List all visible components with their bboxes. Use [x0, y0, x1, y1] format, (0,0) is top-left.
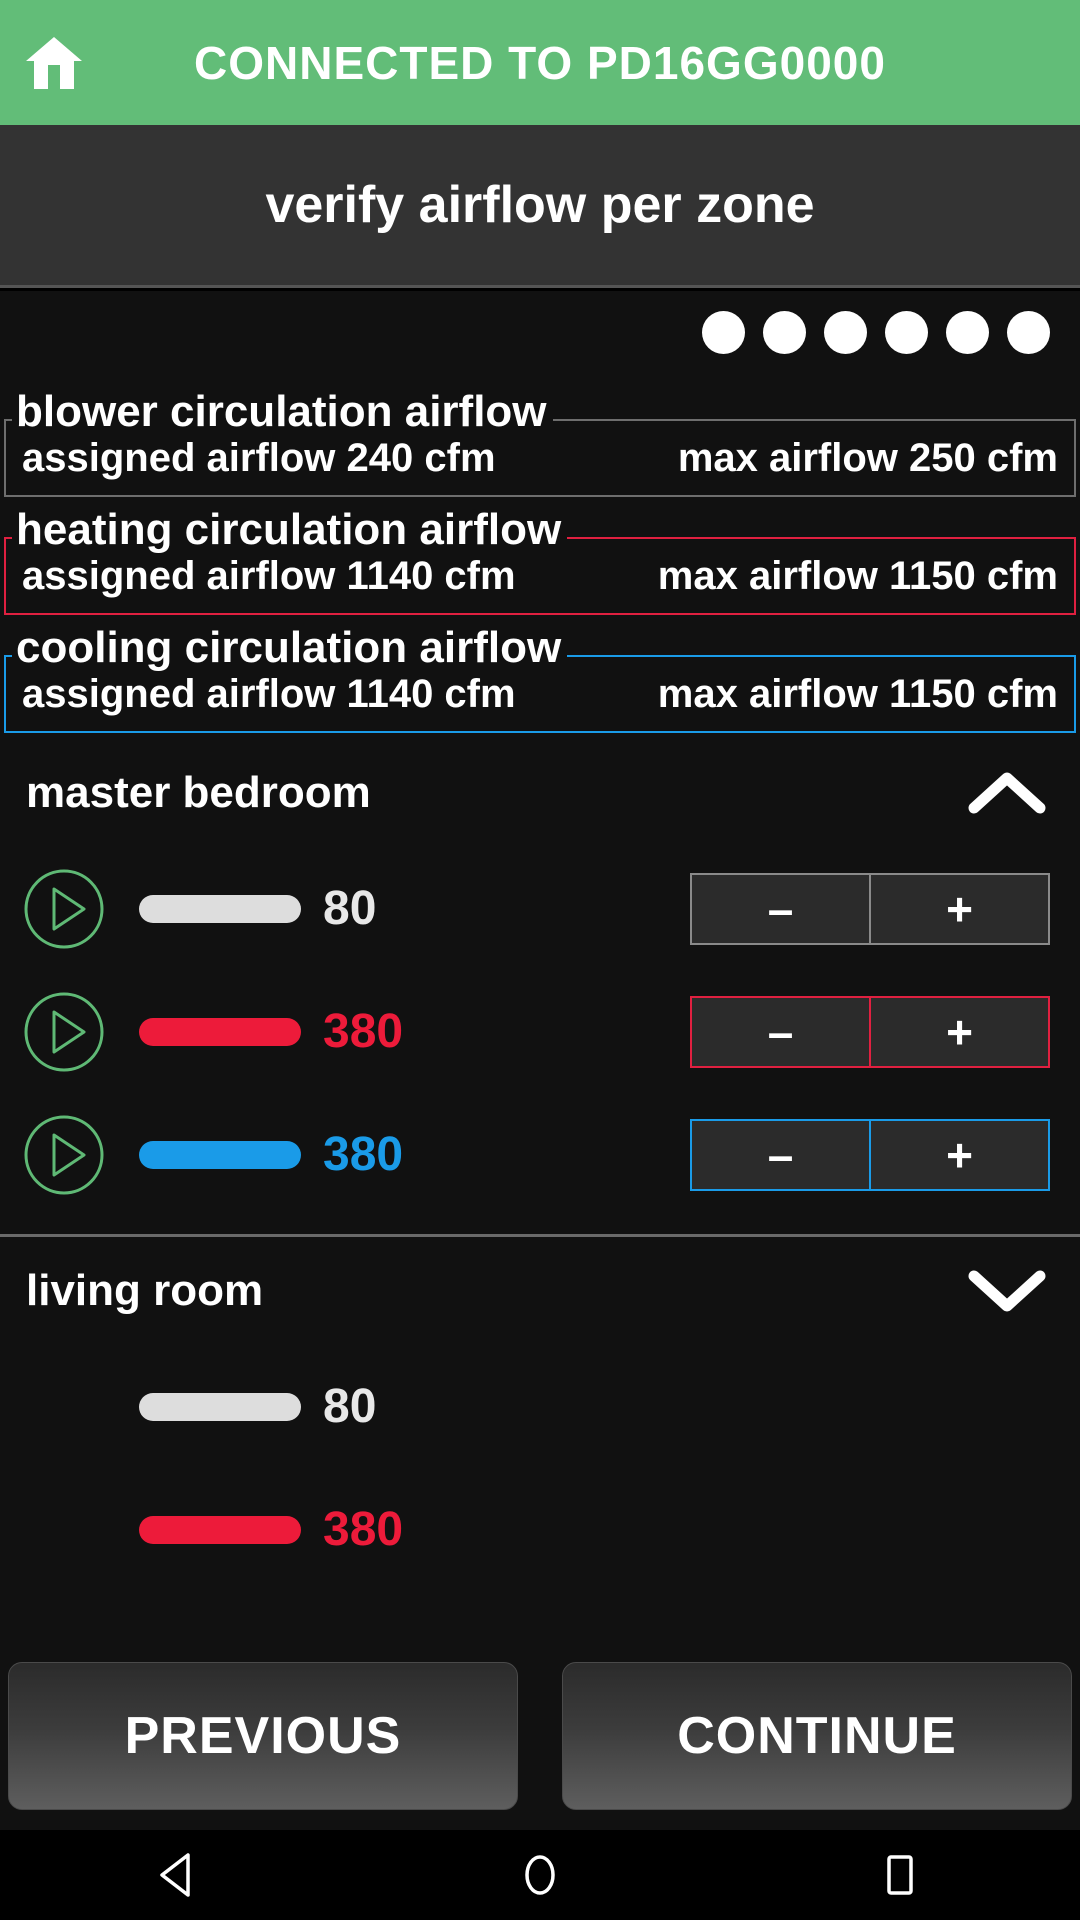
decrement-button[interactable]: –: [692, 874, 871, 943]
airflow-value: 80: [323, 1379, 377, 1433]
airflow-row: 380 – +: [0, 1093, 1080, 1216]
progress-dot-1: [702, 310, 745, 354]
airflow-bar: [139, 1017, 301, 1046]
app-screen: CONNECTED TO PD16GG0000 verify airflow p…: [0, 0, 1080, 1920]
page-title-bar: verify airflow per zone: [0, 125, 1080, 288]
airflow-bar: [139, 1140, 301, 1169]
home-circle-icon[interactable]: [514, 1849, 566, 1901]
zone-header[interactable]: living room: [0, 1237, 1080, 1345]
assigned-airflow-value: assigned airflow 240 cfm: [22, 435, 496, 480]
max-airflow-value: max airflow 1150 cfm: [657, 553, 1058, 598]
zone-name: master bedroom: [26, 768, 371, 817]
play-icon[interactable]: [22, 867, 106, 951]
progress-dot-5: [946, 310, 989, 354]
airflow-bar-group: 380: [139, 1127, 404, 1181]
assigned-airflow-value: assigned airflow 1140 cfm: [22, 671, 516, 716]
airflow-bar-group: 380: [139, 1502, 404, 1556]
airflow-bar-group: 80: [139, 1379, 377, 1433]
zone-header[interactable]: master bedroom: [0, 739, 1080, 847]
airflow-bar-group: 380: [139, 1004, 404, 1058]
airflow-summary-row: assigned airflow 1140 cfm max airflow 115…: [6, 539, 1074, 613]
content-scroll-area[interactable]: blower circulation airflow assigned airfl…: [0, 373, 1080, 1641]
progress-dot-2: [763, 310, 806, 354]
continue-button[interactable]: CONTINUE: [562, 1661, 1072, 1810]
progress-dot-6: [1007, 310, 1050, 354]
zone-list: master bedroom 80– +380– +380– + living room 8…: [0, 739, 1080, 1601]
airflow-bar: [139, 894, 301, 923]
progress-dot-3: [824, 310, 867, 354]
increment-button[interactable]: +: [871, 997, 1048, 1066]
airflow-summary-row: assigned airflow 240 cfm max airflow 250 …: [6, 421, 1074, 495]
android-navigation-bar: [0, 1830, 1080, 1920]
progress-dots: [0, 291, 1080, 373]
max-airflow-value: max airflow 1150 cfm: [657, 671, 1058, 716]
airflow-row: 80 – +: [0, 847, 1080, 970]
airflow-summary-box: heating circulation airflow assigned airf…: [4, 508, 1076, 615]
connection-status-text: CONNECTED TO PD16GG0000: [194, 36, 886, 89]
airflow-value: 80: [323, 881, 377, 935]
previous-button[interactable]: PREVIOUS: [8, 1661, 518, 1810]
airflow-stepper: – +: [690, 1118, 1050, 1191]
airflow-row: 80: [0, 1345, 1080, 1468]
airflow-bar-group: 80: [139, 881, 377, 935]
zone-section: master bedroom 80– +380– +380– +: [0, 739, 1080, 1237]
airflow-value: 380: [323, 1004, 404, 1058]
airflow-summary-list: blower circulation airflow assigned airfl…: [0, 390, 1080, 733]
airflow-summary-row: assigned airflow 1140 cfm max airflow 115…: [6, 657, 1074, 731]
play-icon-placeholder: [22, 1365, 106, 1449]
airflow-row: 380: [0, 1468, 1080, 1591]
back-triangle-icon[interactable]: [154, 1849, 206, 1901]
airflow-summary-box: cooling circulation airflow assigned airf…: [4, 626, 1076, 733]
decrement-button[interactable]: –: [692, 997, 871, 1066]
airflow-summary-box: blower circulation airflow assigned airfl…: [4, 390, 1076, 497]
chevron-down-icon[interactable]: [968, 1268, 1046, 1314]
zone-name: living room: [26, 1266, 264, 1315]
decrement-button[interactable]: –: [692, 1120, 871, 1189]
zone-section: living room 80 380: [0, 1237, 1080, 1601]
airflow-value: 380: [323, 1127, 404, 1181]
progress-dot-4: [885, 310, 928, 354]
airflow-value: 380: [323, 1502, 404, 1556]
footer-button-bar: PREVIOUS CONTINUE: [0, 1641, 1080, 1830]
zone-rows: 80 380: [0, 1345, 1080, 1601]
play-icon[interactable]: [22, 990, 106, 1074]
play-icon-placeholder: [22, 1488, 106, 1572]
page-title: verify airflow per zone: [265, 176, 815, 234]
increment-button[interactable]: +: [871, 1120, 1048, 1189]
airflow-bar: [139, 1392, 301, 1421]
airflow-row: 380 – +: [0, 970, 1080, 1093]
play-icon[interactable]: [22, 1113, 106, 1197]
chevron-up-icon[interactable]: [968, 770, 1046, 816]
airflow-stepper: – +: [690, 995, 1050, 1068]
airflow-bar: [139, 1515, 301, 1544]
zone-rows: 80– +380– +380– +: [0, 847, 1080, 1226]
max-airflow-value: max airflow 250 cfm: [677, 435, 1058, 480]
assigned-airflow-value: assigned airflow 1140 cfm: [22, 553, 516, 598]
airflow-stepper: – +: [690, 872, 1050, 945]
connection-status-bar: CONNECTED TO PD16GG0000: [0, 0, 1080, 125]
recents-square-icon[interactable]: [874, 1849, 926, 1901]
home-icon[interactable]: [22, 31, 86, 95]
increment-button[interactable]: +: [871, 874, 1048, 943]
